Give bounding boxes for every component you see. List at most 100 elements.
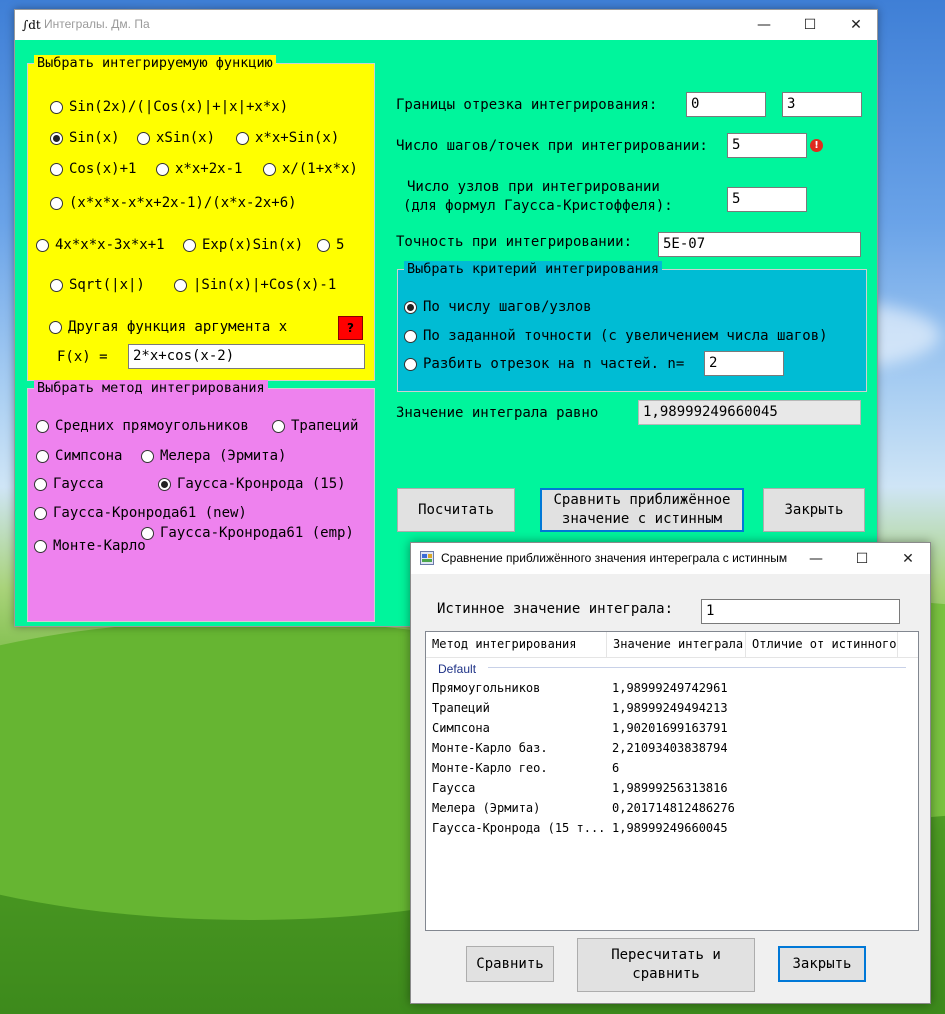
column-header-method[interactable]: Метод интегрирования xyxy=(426,632,607,657)
nodes-label-line1: Число узлов при интегрировании xyxy=(407,179,660,195)
true-value-label: Истинное значение интеграла: xyxy=(437,601,674,617)
close-button-label: Закрыть xyxy=(784,501,844,518)
method-option-mehler[interactable]: Мелера (Эрмита) xyxy=(141,447,286,465)
result-label: Значение интеграла равно xyxy=(396,405,599,421)
method-option-monte-carlo[interactable]: Монте-Карло xyxy=(34,537,146,555)
list-item-method: Монте-Карло гео. xyxy=(432,761,548,775)
bound-to-input[interactable]: 3 xyxy=(782,92,862,117)
function-option-12[interactable]: Sqrt(|x|) xyxy=(50,276,145,294)
precision-input[interactable]: 5E-07 xyxy=(658,232,861,257)
list-item-method: Мелера (Эрмита) xyxy=(432,801,541,815)
function-option-label: Cos(x)+1 xyxy=(69,161,137,177)
function-option-10[interactable]: Exp(x)Sin(x) xyxy=(183,236,303,254)
radio-indicator xyxy=(34,477,47,491)
list-item-method: Симпсона xyxy=(432,721,490,735)
custom-function-input[interactable]: 2*x+cos(x-2) xyxy=(128,344,365,369)
dialog-titlebar[interactable]: Сравнение приближённого значения интерег… xyxy=(411,543,930,574)
method-option-label: Мелера (Эрмита) xyxy=(160,448,287,464)
function-option-3[interactable]: xSin(x) xyxy=(137,129,215,147)
function-option-9[interactable]: 4x*x*x-3x*x+1 xyxy=(36,236,165,254)
column-header-difference[interactable]: Отличие от истинного xyxy=(746,632,898,657)
dialog-minimize-button[interactable]: — xyxy=(793,544,839,574)
function-option-5[interactable]: Cos(x)+1 xyxy=(50,160,136,178)
dialog-close-button[interactable]: ✕ xyxy=(885,544,931,574)
bound-from-input[interactable]: 0 xyxy=(686,92,766,117)
list-item-method: Гаусса xyxy=(432,781,476,795)
function-option-8[interactable]: (x*x*x-x*x+2x-1)/(x*x-2x+6) xyxy=(50,194,297,212)
function-option-4[interactable]: x*x+Sin(x) xyxy=(236,129,339,147)
recalculate-button[interactable]: Пересчитать и сравнить xyxy=(577,938,755,992)
radio-indicator xyxy=(34,506,47,520)
function-option-6[interactable]: x*x+2x-1 xyxy=(156,160,242,178)
criterion-option-split[interactable]: Разбить отрезок на n частей. n= xyxy=(404,355,684,373)
criterion-option-label: Разбить отрезок на n частей. n= xyxy=(423,356,685,372)
function-option-2[interactable]: Sin(x) xyxy=(50,129,120,147)
minimize-button[interactable]: — xyxy=(741,10,787,40)
radio-indicator xyxy=(137,131,150,145)
true-value-input[interactable]: 1 xyxy=(701,599,900,624)
radio-indicator xyxy=(50,278,63,292)
function-option-label: Другая функция аргумента x xyxy=(68,319,288,335)
main-titlebar[interactable]: ∫dt Интегралы. Дм. Па — ☐ ✕ xyxy=(15,10,877,40)
list-item-method: Гаусса-Кронрода (15 т... xyxy=(432,821,606,835)
dialog-close-button-bottom[interactable]: Закрыть xyxy=(778,946,866,982)
function-option-label: x*x+2x-1 xyxy=(175,161,243,177)
list-item-value: 6 xyxy=(612,761,620,775)
criterion-option-precision[interactable]: По заданной точности (с увеличением числ… xyxy=(404,327,828,345)
function-option-13[interactable]: |Sin(x)|+Cos(x)-1 xyxy=(174,276,336,294)
radio-indicator xyxy=(263,162,276,176)
radio-indicator xyxy=(50,162,63,176)
method-option-trapezoid[interactable]: Трапеций xyxy=(272,417,358,435)
function-option-label: x/(1+x*x) xyxy=(282,161,358,177)
compare-button-label-line1: Сравнить приближённое xyxy=(553,492,731,508)
function-option-label: |Sin(x)|+Cos(x)-1 xyxy=(193,277,337,293)
radio-indicator xyxy=(50,131,63,145)
criterion-option-label: По заданной точности (с увеличением числ… xyxy=(423,328,828,344)
function-option-1[interactable]: Sin(2x)/(|Cos(x)|+|x|+x*x) xyxy=(50,98,288,116)
radio-indicator xyxy=(404,300,417,314)
form-icon xyxy=(420,551,434,565)
column-header-value[interactable]: Значение интеграла xyxy=(607,632,746,657)
split-n-input[interactable]: 2 xyxy=(704,351,784,376)
dialog-compare-button[interactable]: Сравнить xyxy=(466,946,554,982)
steps-input[interactable]: 5 xyxy=(727,133,807,158)
method-option-gauss-kronrod-61-new[interactable]: Гаусса-Кронрода61 (new) xyxy=(34,504,247,522)
criterion-option-steps[interactable]: По числу шагов/узлов xyxy=(404,298,592,316)
method-option-label: Средних прямоугольников xyxy=(55,418,249,434)
method-option-gauss[interactable]: Гаусса xyxy=(34,475,104,493)
compare-dialog: Сравнение приближённого значения интерег… xyxy=(410,542,931,1004)
method-option-label: Монте-Карло xyxy=(53,538,146,554)
radio-indicator xyxy=(36,449,49,463)
steps-label: Число шагов/точек при интегрировании: xyxy=(396,138,708,154)
close-button[interactable]: Закрыть xyxy=(763,488,865,532)
nodes-label-line2: (для формул Гаусса-Кристоффеля): xyxy=(403,198,673,214)
method-option-simpson[interactable]: Симпсона xyxy=(36,447,122,465)
compare-button[interactable]: Сравнить приближённое значение с истинны… xyxy=(540,488,744,532)
list-item-value: 1,98999249660045 xyxy=(612,821,728,835)
function-option-11[interactable]: 5 xyxy=(317,236,344,254)
nodes-input[interactable]: 5 xyxy=(727,187,807,212)
app-icon: ∫dt xyxy=(22,18,41,32)
function-option-label: xSin(x) xyxy=(156,130,216,146)
calculate-button[interactable]: Посчитать xyxy=(397,488,515,532)
list-item-value: 1,98999249742961 xyxy=(612,681,728,695)
method-option-label: Гаусса-Кронрода (15) xyxy=(177,476,346,492)
function-option-custom[interactable]: Другая функция аргумента x xyxy=(49,318,287,336)
radio-indicator xyxy=(50,100,63,114)
list-item-value: 1,90201699163791 xyxy=(612,721,728,735)
method-group: Выбрать метод интегрирования Средних пря… xyxy=(27,380,375,622)
function-option-7[interactable]: x/(1+x*x) xyxy=(263,160,358,178)
fx-label: F(x) = xyxy=(57,349,108,365)
radio-indicator xyxy=(183,238,196,252)
function-option-label: (x*x*x-x*x+2x-1)/(x*x-2x+6) xyxy=(69,195,297,211)
help-button[interactable]: ? xyxy=(338,316,363,340)
method-option-gauss-kronrod-61-emp[interactable]: Гаусса-Кронрода61 (emp) xyxy=(141,524,354,542)
close-window-button[interactable]: ✕ xyxy=(833,10,879,40)
method-option-rectangles[interactable]: Средних прямоугольников xyxy=(36,417,249,435)
method-option-gauss-kronrod-15[interactable]: Гаусса-Кронрода (15) xyxy=(158,475,346,493)
results-list[interactable]: Метод интегрирования Значение интеграла … xyxy=(425,631,919,931)
radio-indicator xyxy=(404,329,417,343)
criterion-group-title: Выбрать критерий интегрирования xyxy=(404,261,662,277)
maximize-button[interactable]: ☐ xyxy=(787,10,833,40)
dialog-maximize-button[interactable]: ☐ xyxy=(839,544,885,574)
